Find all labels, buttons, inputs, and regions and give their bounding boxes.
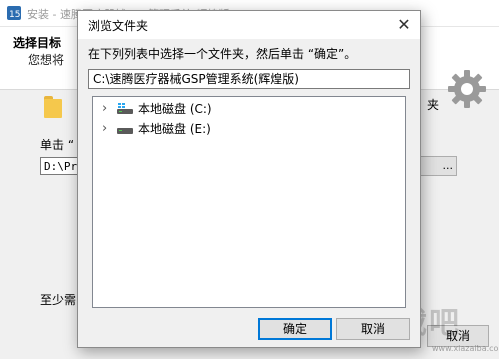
hard-drive-icon (117, 128, 133, 134)
installer-heading: 选择目标 (13, 36, 62, 50)
tree-item-drive-c[interactable]: › 本地磁盘 (C:) (93, 99, 405, 119)
chevron-right-icon[interactable]: › (102, 101, 107, 117)
tree-item-label: 本地磁盘 (C:) (138, 102, 212, 116)
svg-text:15: 15 (9, 10, 20, 20)
dialog-instruction: 在下列列表中选择一个文件夹，然后单击 “确定”。 (88, 47, 357, 61)
dialog-titlebar: 浏览文件夹 ✕ (78, 11, 420, 39)
close-icon[interactable]: ✕ (388, 11, 420, 39)
browse-folder-dialog: 浏览文件夹 ✕ 在下列列表中选择一个文件夹，然后单击 “确定”。 C:\速腾医疗… (77, 10, 421, 348)
folder-icon (44, 96, 62, 118)
ok-button[interactable]: 确定 (258, 318, 332, 340)
tree-item-label: 本地磁盘 (E:) (138, 122, 211, 136)
installer-click-prompt: 单击 “ (40, 138, 75, 152)
installer-app-icon: 15 (7, 6, 21, 20)
browse-button[interactable]: ... (420, 156, 457, 176)
watermark-url: www.xiazaiba.com (432, 344, 499, 353)
installer-subheading: 您想将 (28, 53, 65, 67)
selected-path-field[interactable]: C:\速腾医疗器械GSP管理系统(辉煌版) (88, 69, 410, 89)
cancel-button[interactable]: 取消 (336, 318, 410, 340)
gear-icon (448, 70, 486, 108)
system-drive-icon (117, 103, 133, 114)
tree-item-drive-e[interactable]: › 本地磁盘 (E:) (93, 119, 405, 139)
installer-folder-text: 夹 (427, 98, 440, 112)
dialog-title: 浏览文件夹 (88, 19, 149, 33)
installer-space-label: 至少需 (40, 293, 77, 307)
folder-tree[interactable]: › 本地磁盘 (C:) › 本地磁盘 (E:) (92, 96, 406, 308)
chevron-right-icon[interactable]: › (102, 121, 107, 137)
